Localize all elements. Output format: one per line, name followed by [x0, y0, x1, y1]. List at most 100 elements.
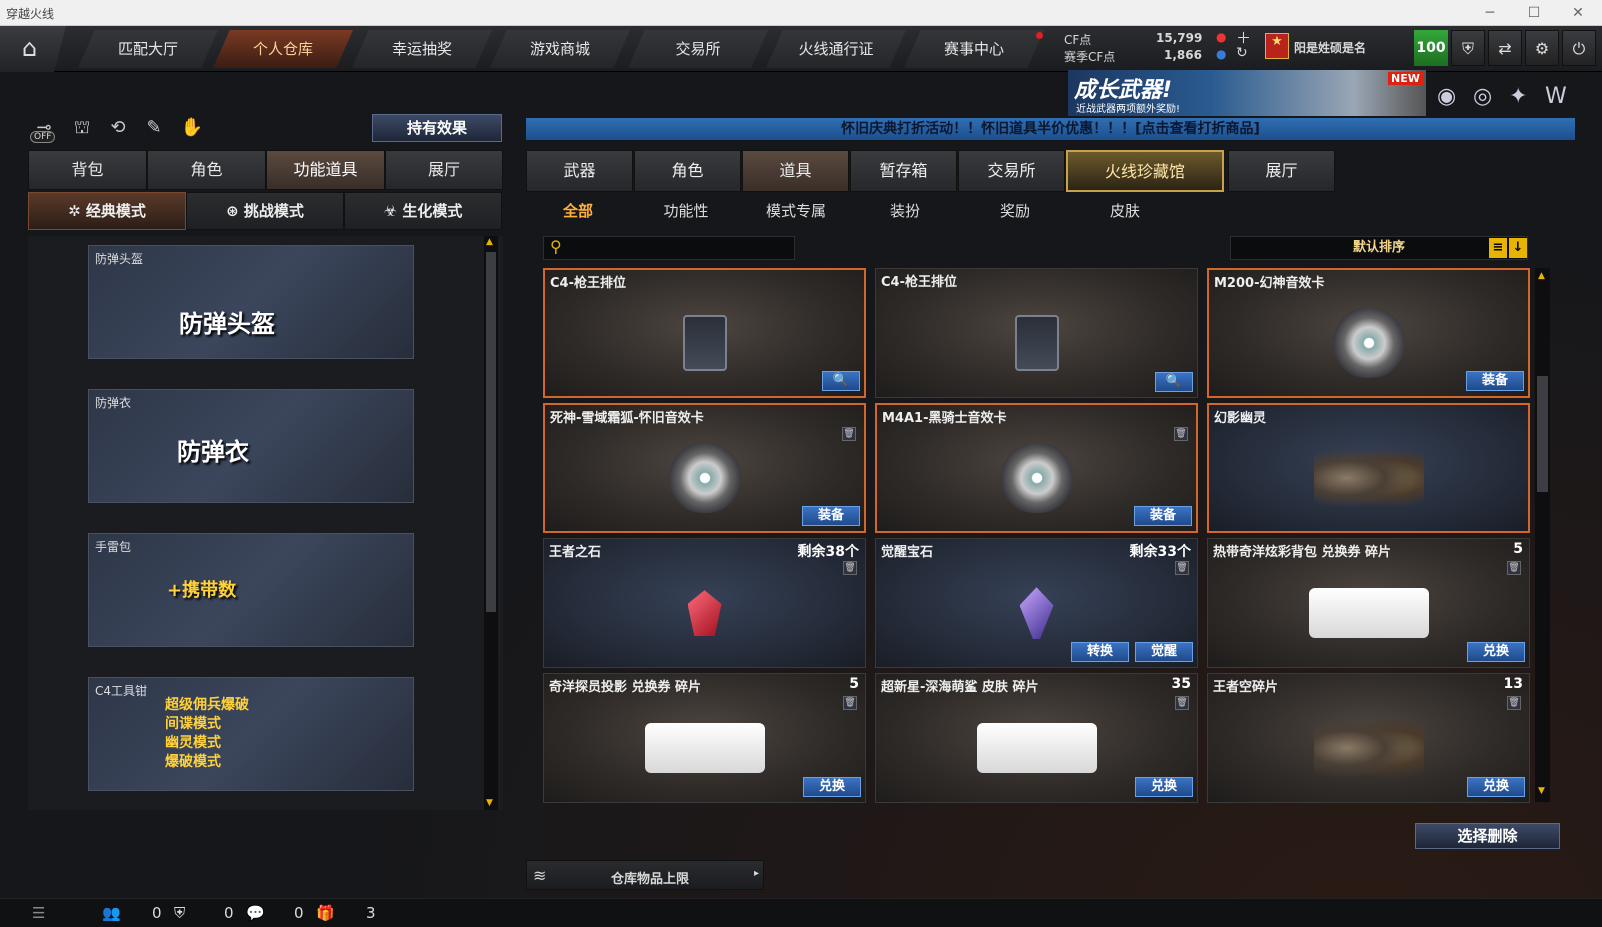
scroll-up-icon[interactable]: ▲	[1538, 271, 1545, 281]
item-card[interactable]: 超新星-深海萌鲨 皮肤 碎片 35 🗑 兑换	[875, 673, 1198, 803]
left-tab-tools[interactable]: 功能道具	[266, 150, 385, 190]
trash-icon[interactable]: 🗑	[1507, 696, 1521, 710]
trash-icon[interactable]: 🗑	[1174, 427, 1188, 441]
left-tab-hall[interactable]: 展厅	[385, 150, 503, 190]
promo-banner[interactable]: 成长武器! 近战武器两项额外奖励! NEW	[1068, 70, 1426, 116]
nav-tab-exchange[interactable]: 交易所	[628, 30, 768, 68]
item-card[interactable]: M200-幻神音效卡 装备	[1207, 268, 1530, 398]
trash-icon[interactable]: 🗑	[843, 696, 857, 710]
subtab-all[interactable]: 全部	[523, 200, 633, 224]
item-card[interactable]: 觉醒宝石 剩余33个 🗑 转换 觉醒	[875, 538, 1198, 668]
friends-icon[interactable]: 👥	[102, 904, 121, 922]
slot-grenade[interactable]: 手雷包 +携带数	[88, 533, 414, 647]
item-card[interactable]: 王者空碎片 13 🗑 兑换	[1207, 673, 1530, 803]
nav-tab-lottery[interactable]: 幸运抽奖	[352, 30, 492, 68]
convert-button[interactable]: 转换	[1071, 642, 1129, 662]
nav-tab-warehouse[interactable]: 个人仓库	[213, 30, 353, 68]
mode-bio[interactable]: ☣ 生化模式	[344, 192, 502, 230]
action-button[interactable]: 觉醒	[1135, 642, 1193, 662]
mode-classic[interactable]: ✲ 经典模式	[28, 192, 186, 230]
item-card[interactable]: 奇洋探员投影 兑换券 碎片 5 🗑 兑换	[543, 673, 866, 803]
off-toggle[interactable]: OFF	[30, 131, 56, 143]
emblem-icon-4[interactable]: W	[1545, 84, 1567, 109]
inspect-button[interactable]: 🔍	[1155, 372, 1193, 392]
notice-bar[interactable]: 怀旧庆典打折活动！！怀旧道具半价优惠！！！[点击查看打折商品]	[526, 118, 1575, 140]
slot-armor[interactable]: 防弹衣 防弹衣	[88, 389, 414, 503]
item-card[interactable]: C4-枪王排位 🔍	[543, 268, 866, 398]
right-tab-roles[interactable]: 角色	[634, 150, 741, 192]
capacity-bar[interactable]: ≋ 仓库物品上限 ▸	[526, 860, 764, 890]
emblem-icon-3[interactable]: ✦	[1509, 84, 1527, 109]
scroll-down-icon[interactable]: ▼	[1538, 786, 1545, 796]
emblem-icon-2[interactable]: ◎	[1473, 84, 1492, 109]
trash-icon[interactable]: 🗑	[1507, 561, 1521, 575]
expand-icon[interactable]: ▸	[754, 868, 759, 879]
item-card[interactable]: 王者之石 剩余38个 🗑	[543, 538, 866, 668]
action-button[interactable]: 兑换	[803, 777, 861, 797]
item-card[interactable]: M4A1-黑骑士音效卡 🗑 装备	[875, 403, 1198, 533]
user-name[interactable]: 阳是姓硕是名	[1294, 39, 1366, 56]
right-tab-weapons[interactable]: 武器	[526, 150, 633, 192]
nav-tab-lobby[interactable]: 匹配大厅	[78, 30, 218, 68]
trash-icon[interactable]: 🗑	[1175, 696, 1189, 710]
sort-select[interactable]: 默认排序 ≡ ↓	[1230, 236, 1528, 260]
clan-icon[interactable]: ⛨	[174, 904, 185, 922]
shield-icon[interactable]: ⛨	[1451, 30, 1485, 66]
gift-box-icon[interactable]: 🎁	[316, 904, 335, 922]
mode-challenge[interactable]: ⊛ 挑战模式	[186, 192, 344, 230]
slot-helmet[interactable]: 防弹头盔 防弹头盔	[88, 245, 414, 359]
emblem-icon-1[interactable]: ◉	[1437, 84, 1456, 109]
scroll-down-icon[interactable]: ▼	[486, 798, 493, 808]
select-delete-button[interactable]: 选择删除	[1415, 823, 1560, 849]
left-tab-bag[interactable]: 背包	[28, 150, 147, 190]
action-button[interactable]: 兑换	[1467, 642, 1525, 662]
item-card[interactable]: 幻影幽灵	[1207, 403, 1530, 533]
switch-icon[interactable]: ⇄	[1488, 30, 1522, 66]
list-icon[interactable]: ≡	[1489, 238, 1507, 258]
action-button[interactable]: 装备	[802, 506, 860, 526]
gear-icon[interactable]: ⚙	[1525, 30, 1559, 66]
subtab-costume[interactable]: 装扮	[850, 200, 960, 224]
paint-icon[interactable]: ✎	[140, 114, 168, 142]
nav-tab-events[interactable]: 赛事中心	[904, 30, 1044, 68]
right-tab-items[interactable]: 道具	[742, 150, 849, 192]
chat-icon[interactable]: 💬	[246, 904, 265, 922]
power-icon[interactable]: ⏻	[1562, 30, 1596, 66]
scroll-up-icon[interactable]: ▲	[486, 237, 493, 247]
trash-icon[interactable]: 🗑	[1175, 561, 1189, 575]
subtab-reward[interactable]: 奖励	[960, 200, 1070, 224]
right-tab-hall[interactable]: 展厅	[1228, 150, 1335, 192]
left-scroll-thumb[interactable]	[486, 252, 496, 612]
hold-effect-button[interactable]: 持有效果	[372, 114, 502, 142]
slot-c4-tool[interactable]: C4工具钳 超级佣兵爆破 间谍模式 幽灵模式 爆破模式	[88, 677, 414, 791]
history-icon[interactable]: ⟲	[104, 114, 132, 142]
subtab-mode[interactable]: 模式专属	[741, 200, 851, 224]
right-tab-exchange[interactable]: 交易所	[958, 150, 1065, 192]
action-button[interactable]: 装备	[1466, 371, 1524, 391]
subtab-function[interactable]: 功能性	[631, 200, 741, 224]
sort-arrow-icon[interactable]: ↓	[1509, 238, 1527, 258]
action-button[interactable]: 装备	[1134, 506, 1192, 526]
right-tab-storage[interactable]: 暂存箱	[850, 150, 957, 192]
item-card[interactable]: 热带奇洋炫彩背包 兑换券 碎片 5 🗑 兑换	[1207, 538, 1530, 668]
menu-icon[interactable]: ☰	[32, 904, 45, 922]
trash-icon[interactable]: 🗑	[842, 427, 856, 441]
refresh-icon[interactable]: ↻	[1236, 45, 1248, 61]
right-scroll-thumb[interactable]	[1537, 376, 1548, 492]
item-card[interactable]: C4-枪王排位 🔍	[875, 268, 1198, 398]
nav-tab-shop[interactable]: 游戏商城	[490, 30, 630, 68]
maximize-icon[interactable]: ☐	[1512, 2, 1556, 24]
action-button[interactable]: 兑换	[1135, 777, 1193, 797]
trash-icon[interactable]: 🗑	[843, 561, 857, 575]
glove-icon[interactable]: ✋	[178, 114, 206, 142]
close-icon[interactable]: ✕	[1556, 2, 1600, 24]
right-tab-collection[interactable]: 火线珍藏馆	[1066, 150, 1224, 192]
left-tab-role[interactable]: 角色	[147, 150, 266, 190]
action-button[interactable]: 兑换	[1467, 777, 1525, 797]
nav-tab-pass[interactable]: 火线通行证	[766, 30, 906, 68]
item-card[interactable]: 死神-雪域霜狐-怀旧音效卡 🗑 装备	[543, 403, 866, 533]
gift-icon[interactable]: ⛫	[68, 114, 96, 142]
subtab-skin[interactable]: 皮肤	[1070, 200, 1180, 224]
search-input[interactable]: ⚲	[543, 236, 795, 260]
inspect-button[interactable]: 🔍	[822, 371, 860, 391]
